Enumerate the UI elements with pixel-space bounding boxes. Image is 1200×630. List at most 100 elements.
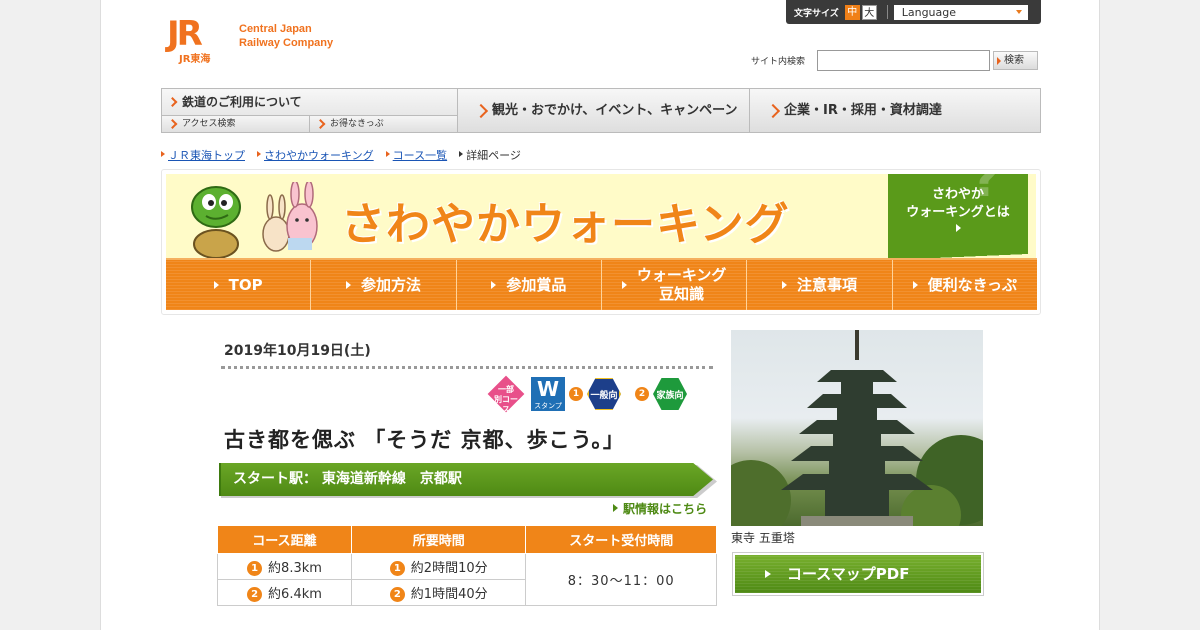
walking-nav: TOP 参加方法 参加賞品 ウォーキング 豆知識 注意事項 便利なきっぷ	[166, 258, 1037, 310]
breadcrumb-course-list[interactable]: コース一覧	[385, 147, 447, 163]
utility-bar: 文字サイズ 中 大 Language	[786, 0, 1041, 24]
header-duration: 所要時間	[350, 526, 527, 554]
course-number-badge: 2	[389, 586, 405, 602]
course-number-badge: 1	[389, 560, 405, 576]
stamp-letter: W	[536, 377, 560, 401]
walking-nav-label: 参加賞品	[506, 275, 567, 294]
distance-value: 約8.3km	[268, 560, 322, 576]
walking-nav-tickets[interactable]: 便利なきっぷ	[892, 260, 1037, 310]
family-level-label: 家族向	[656, 390, 684, 401]
stamp-label: スタンプ	[534, 402, 562, 410]
walking-banner: さわやかウォーキング ? さわやか ウォーキングとは TOP 参加方法 参加賞品…	[161, 169, 1041, 315]
course-icons: 一部 別コース W スタンプ 1 一般向 2 家族向	[487, 375, 701, 414]
walking-nav-top[interactable]: TOP	[166, 260, 312, 310]
page-container: JR JR東海 Central Japan Railway Company 文字…	[100, 0, 1100, 630]
language-select-label: Language	[901, 5, 957, 19]
gnav-access-search-link[interactable]: アクセス検索	[162, 116, 310, 132]
gnav-railway-group: 鉄道のご利用について アクセス検索 お得なきっぷ	[162, 89, 458, 132]
question-mark-icon: ?	[970, 174, 1000, 208]
gnav-corporate-link[interactable]: 企業・IR・採用・資材調達	[750, 89, 1040, 132]
course-number-2-badge: 2	[635, 387, 649, 401]
banner-header: さわやかウォーキング ? さわやか ウォーキングとは	[166, 174, 1036, 258]
arrow-right-icon	[781, 281, 787, 289]
header-reception: スタート受付時間	[525, 526, 717, 554]
breadcrumb-jr-top[interactable]: ＪＲ東海トップ	[161, 147, 245, 163]
arrow-right-icon	[345, 281, 351, 289]
photo-caption: 東寺 五重塔	[731, 531, 795, 545]
about-line-2: ウォーキングとは	[906, 205, 1010, 220]
family-level-icon: 家族向	[653, 378, 687, 410]
gnav-railway-link[interactable]: 鉄道のご利用について	[162, 89, 457, 116]
duration-cell: 1 約2時間10分	[350, 552, 527, 580]
font-size-large-button[interactable]: 大	[861, 4, 877, 20]
walking-nav-prizes[interactable]: 参加賞品	[456, 260, 602, 310]
about-line-1: さわやか	[931, 187, 984, 202]
station-info-link[interactable]: 駅情報はこちら	[613, 500, 707, 517]
jr-central-logo[interactable]: JR JR東海 Central Japan Railway Company	[167, 14, 333, 65]
logo-line-1: Central Japan	[239, 23, 312, 35]
course-title: 古き都を偲ぶ 「そうだ 京都、歩こう。」	[224, 428, 625, 452]
global-nav: 鉄道のご利用について アクセス検索 お得なきっぷ 観光・おでかけ、イベント、キャ…	[161, 88, 1041, 133]
course-number-badge: 2	[247, 586, 263, 602]
event-date: 2019年10月19日(土)	[224, 343, 371, 359]
logo-jr-letters: JR	[167, 14, 203, 54]
breadcrumb-current-page: 詳細ページ	[459, 147, 521, 163]
table-header-row: コース距離 所要時間 スタート受付時間	[217, 526, 717, 554]
duration-value: 約2時間10分	[410, 560, 488, 576]
partial-course-label: 一部 別コース	[494, 385, 518, 414]
about-walking-button[interactable]: ? さわやか ウォーキングとは	[888, 174, 1028, 258]
walking-nav-label: ウォーキング 豆知識	[636, 266, 727, 303]
pagoda-photo	[731, 330, 983, 526]
dotted-divider	[221, 366, 713, 369]
walking-nav-how-to-join[interactable]: 参加方法	[311, 260, 457, 310]
course-number-1-badge: 1	[569, 387, 583, 401]
breadcrumb-sawayaka-walking[interactable]: さわやかウォーキング	[257, 147, 374, 163]
reception-time-cell: 8：30～11：00	[525, 552, 717, 606]
walking-nav-cautions[interactable]: 注意事項	[747, 260, 893, 310]
logo-line-2: Railway Company	[239, 37, 334, 49]
site-search-input[interactable]	[817, 50, 991, 71]
chevron-down-icon	[1015, 9, 1022, 14]
gnav-discount-tickets-link[interactable]: お得なきっぷ	[310, 116, 457, 132]
header-distance: コース距離	[217, 526, 352, 554]
gnav-tourism-link[interactable]: 観光・おでかけ、イベント、キャンペーン	[458, 89, 750, 132]
partial-course-icon: 一部 別コース	[487, 375, 525, 414]
search-button[interactable]: 検索	[993, 51, 1039, 70]
start-station-bar: スタート駅： 東海道新幹線 京都駅	[219, 463, 713, 496]
walking-nav-label: 参加方法	[360, 275, 421, 294]
general-level-icon: 一般向	[587, 378, 621, 410]
arrow-right-icon	[765, 570, 771, 578]
walking-nav-label: 注意事項	[796, 275, 857, 294]
distance-value: 約6.4km	[268, 586, 322, 602]
language-select[interactable]: Language	[893, 4, 1028, 20]
walking-nav-tips[interactable]: ウォーキング 豆知識	[601, 260, 748, 310]
course-map-pdf-inner: コースマップPDF	[735, 555, 981, 593]
banner-title: さわやかウォーキング	[341, 199, 790, 250]
stamp-icon: W スタンプ	[531, 377, 565, 411]
course-map-pdf-label: コースマップPDF	[787, 565, 910, 583]
gnav-railway-sublinks: アクセス検索 お得なきっぷ	[162, 116, 457, 132]
pagoda-illustration	[731, 330, 983, 526]
distance-cell: 2 約6.4km	[217, 578, 352, 606]
walking-nav-label: TOP	[228, 275, 263, 294]
table-row: 1 約8.3km 1 約2時間10分 8：30～11：00	[217, 552, 717, 606]
course-map-pdf-button[interactable]: コースマップPDF	[732, 552, 984, 596]
breadcrumb: ＪＲ東海トップ さわやかウォーキング コース一覧 詳細ページ	[161, 147, 533, 163]
arrow-right-icon	[213, 281, 219, 289]
arrow-right-icon	[621, 281, 627, 289]
site-search-label: サイト内検索	[751, 57, 806, 67]
logo-company-name: Central Japan Railway Company	[239, 22, 333, 50]
arrow-right-icon	[955, 224, 961, 232]
walking-nav-label: 便利なきっぷ	[927, 275, 1017, 294]
course-info-table: コース距離 所要時間 スタート受付時間 1 約8.3km 1 約2時間10分 8：3…	[217, 526, 717, 606]
distance-cell: 1 約8.3km	[217, 552, 352, 580]
mascot-illustration	[191, 182, 318, 258]
jr-logo-mark: JR JR東海	[167, 14, 229, 65]
utility-divider	[886, 5, 888, 19]
duration-cell: 2 約1時間40分	[350, 578, 527, 606]
logo-sub-text: JR東海	[179, 54, 211, 65]
arrow-right-icon	[491, 281, 497, 289]
font-size-label: 文字サイズ	[794, 8, 839, 19]
font-size-medium-button[interactable]: 中	[844, 4, 860, 20]
site-search: サイト内検索 検索	[751, 50, 1039, 71]
